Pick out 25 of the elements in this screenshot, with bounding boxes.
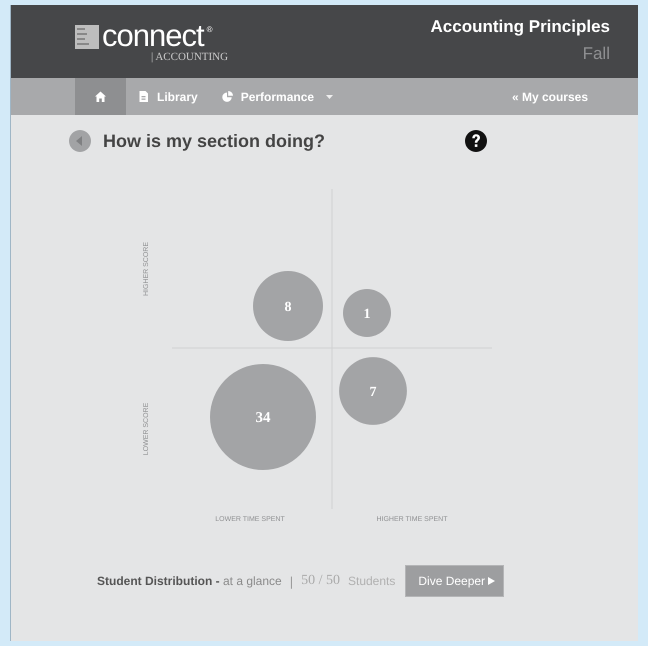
document-icon: [138, 91, 149, 102]
back-icon[interactable]: [69, 130, 91, 152]
performance-tab[interactable]: Performance: [210, 78, 346, 115]
home-tab[interactable]: [75, 78, 126, 115]
bubble: 7: [339, 357, 407, 425]
home-icon: [95, 91, 106, 102]
student-count: 50 / 50: [301, 573, 340, 589]
brand-logo: connect: [102, 19, 204, 53]
registered-mark: ®: [206, 25, 212, 34]
course-title: Accounting Principles: [430, 17, 610, 37]
publisher-logo-icon: [75, 25, 99, 49]
bubble: 1: [343, 289, 391, 337]
course-term: Fall: [582, 44, 610, 64]
bubble: 8: [253, 271, 323, 341]
my-courses-link[interactable]: « My courses: [512, 90, 588, 104]
page-title: How is my section doing?: [103, 130, 326, 152]
summary-text: Student Distribution - at a glance: [97, 574, 282, 588]
separator: |: [290, 574, 294, 588]
play-icon: [488, 577, 496, 585]
subject-label: | ACCOUNTING: [151, 51, 228, 63]
library-tab[interactable]: Library: [126, 78, 210, 115]
bubble: 34: [210, 364, 316, 470]
dive-deeper-button[interactable]: Dive Deeper: [405, 565, 504, 597]
help-icon[interactable]: [465, 130, 488, 152]
pie-chart-icon: [222, 91, 233, 102]
